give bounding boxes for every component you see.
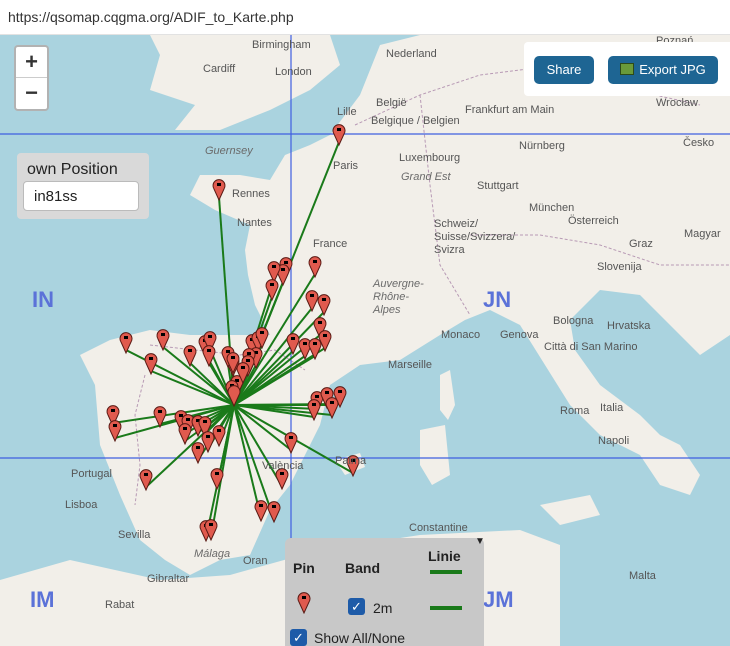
legend-panel: ▼ Pin Band Linie ✓ 2m ✓ Show All/None: [285, 536, 485, 646]
collapse-caret-icon[interactable]: ▼: [475, 536, 485, 547]
legend-line-sample: [430, 570, 462, 574]
place-label: Stuttgart: [477, 180, 519, 192]
place-label: Monaco: [441, 329, 481, 341]
place-label: València: [262, 460, 304, 472]
place-label: België: [376, 97, 407, 109]
export-controls: Share Export JPG: [524, 42, 730, 96]
place-label: Paris: [333, 160, 359, 172]
place-label: Lisboa: [65, 499, 98, 511]
place-label: Wrocław: [656, 97, 698, 109]
place-label: Rennes: [232, 188, 270, 200]
grid-label-im: IM: [30, 587, 55, 612]
legend-band-header: Band: [345, 560, 380, 576]
place-label: Slovenija: [597, 261, 642, 273]
url-text: https://qsomap.cqgma.org/ADIF_to_Karte.p…: [8, 9, 294, 25]
map-view[interactable]: IN JN IM JM Birmingham Cardiff London Neder…: [0, 35, 730, 646]
show-all-label: Show All/None: [314, 630, 406, 646]
place-label: Nederland: [386, 48, 437, 60]
export-label: Export JPG: [639, 62, 706, 77]
place-label: Bologna: [553, 315, 594, 327]
place-label: Österreich: [568, 215, 619, 227]
place-label: München: [529, 202, 575, 214]
place-label: Constantine: [409, 522, 468, 534]
share-button[interactable]: Share: [534, 56, 594, 84]
own-position-label: own Position: [27, 161, 118, 178]
pin-icon: [297, 592, 311, 614]
zoom-out-button[interactable]: −: [16, 78, 47, 108]
place-label: Graz: [629, 238, 653, 250]
place-label: Hrvatska: [607, 320, 651, 332]
legend-pin-header: Pin: [293, 560, 315, 576]
place-label: Gibraltar: [147, 573, 190, 585]
place-label: Grand Est: [401, 171, 451, 183]
place-label: Nantes: [237, 217, 272, 229]
place-label: Birmingham: [252, 39, 311, 51]
grid-label-jm: JM: [483, 587, 514, 612]
place-label: Nürnberg: [519, 140, 565, 152]
export-jpg-button[interactable]: Export JPG: [608, 56, 718, 84]
show-all-checkbox[interactable]: ✓: [290, 629, 307, 646]
grid-label-jn: JN: [483, 287, 512, 312]
place-label: Magyar: [684, 228, 721, 240]
image-icon: [620, 63, 635, 75]
place-label: Rabat: [105, 599, 135, 611]
place-label: Italia: [600, 402, 624, 414]
place-label: Roma: [560, 405, 590, 417]
qso-line: [233, 403, 341, 406]
place-label: Genova: [500, 329, 539, 341]
place-label: Česko: [683, 137, 715, 149]
place-label: Schweiz/ Suisse/Svizzera/ Svizra: [434, 218, 516, 256]
place-label: Guernsey: [205, 145, 253, 157]
place-label: Napoli: [598, 435, 630, 447]
zoom-control: + −: [14, 45, 49, 111]
place-label: London: [275, 66, 312, 78]
legend-line-header: Linie: [428, 548, 461, 564]
place-label: Málaga: [194, 548, 231, 560]
band-2m-checkbox[interactable]: ✓: [348, 598, 365, 615]
locator-input[interactable]: in81ss: [23, 181, 139, 211]
place-label: Città di San Marino: [544, 341, 638, 353]
place-label: Luxembourg: [399, 152, 461, 164]
place-label: Palma: [335, 455, 367, 467]
band-2m-label: 2m: [373, 600, 393, 616]
place-label: Lille: [337, 106, 357, 118]
grid-label-in: IN: [32, 287, 54, 312]
place-label: Cardiff: [203, 63, 236, 75]
place-label: Malta: [629, 570, 656, 582]
place-label: Auvergne- Rhône-Alpes: [373, 278, 424, 316]
place-label: Frankfurt am Main: [465, 104, 555, 116]
place-label: France: [313, 238, 348, 250]
place-label: Oran: [243, 555, 268, 567]
place-label: Belgique / Belgien: [371, 115, 460, 127]
place-label: Sevilla: [118, 529, 151, 541]
address-bar[interactable]: https://qsomap.cqgma.org/ADIF_to_Karte.p…: [0, 0, 730, 35]
place-label: Portugal: [71, 468, 112, 480]
band-2m-line-sample: [430, 606, 462, 610]
own-position-panel: own Position in81ss: [17, 153, 149, 219]
place-label: Marseille: [388, 359, 433, 371]
zoom-in-button[interactable]: +: [16, 47, 47, 78]
